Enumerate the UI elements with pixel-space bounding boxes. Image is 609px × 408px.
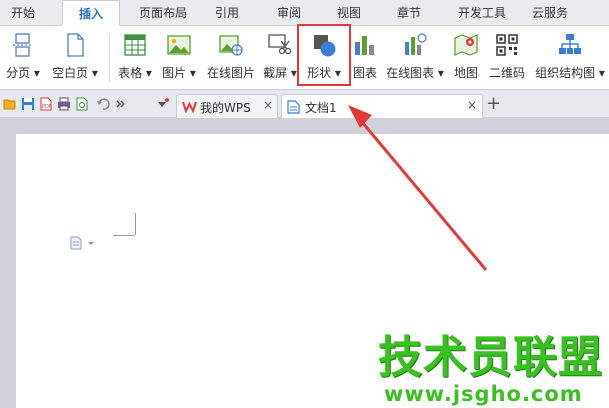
tab-insert[interactable]: 插入 — [62, 0, 120, 26]
tab-references[interactable]: 引用 — [204, 0, 250, 26]
picture-icon — [167, 35, 191, 55]
chevron-down-icon: ▾ — [145, 66, 152, 80]
chevron-down-icon: ▾ — [437, 66, 444, 80]
table-label: 表格 — [118, 66, 143, 80]
paragraph-layout-icon[interactable] — [70, 236, 98, 250]
org-chart-label: 组织结构图 — [535, 66, 596, 80]
save-icon[interactable] — [21, 97, 35, 111]
page-break-label: 分页 — [6, 66, 31, 80]
tab-chapter[interactable]: 章节 — [386, 0, 432, 26]
online-picture-button[interactable]: 在线图片 — [204, 32, 258, 84]
new-tab-button[interactable]: + — [486, 93, 501, 114]
screenshot-icon — [268, 34, 292, 55]
tab-view[interactable]: 视图 — [326, 0, 372, 26]
margin-corner-mark — [113, 235, 135, 236]
print-preview-icon[interactable] — [75, 97, 89, 111]
org-chart-icon — [559, 34, 581, 54]
online-picture-icon — [219, 35, 243, 56]
map-icon — [454, 34, 478, 56]
chart-label: 图表 — [352, 66, 377, 80]
chart-button[interactable]: 图表 — [349, 32, 381, 84]
ribbon-divider — [109, 34, 110, 82]
print-icon[interactable] — [57, 97, 71, 111]
online-chart-icon — [405, 33, 427, 55]
screenshot-button[interactable]: 截屏 ▾ — [261, 32, 299, 84]
export-pdf-icon[interactable]: PDF — [39, 97, 53, 111]
blank-page-icon — [67, 33, 84, 57]
open-folder-icon[interactable] — [3, 97, 17, 111]
map-button[interactable]: 地图 — [450, 32, 482, 84]
close-icon[interactable]: × — [263, 98, 273, 112]
blank-page-button[interactable]: 空白页 ▾ — [48, 32, 102, 84]
table-button[interactable]: 表格 ▾ — [114, 32, 156, 84]
online-picture-label: 在线图片 — [206, 66, 255, 80]
watermark-url: www.jsgho.com — [384, 382, 583, 406]
online-chart-label: 在线图表 — [386, 66, 435, 80]
quick-access-toolbar: PDF 我的WPS × 文档1 × + — [0, 90, 609, 118]
org-chart-button[interactable]: 组织结构图 ▾ — [532, 32, 608, 84]
map-label: 地图 — [453, 66, 478, 80]
qrcode-icon — [496, 34, 518, 56]
more-commands-icon[interactable] — [114, 97, 128, 111]
close-icon[interactable]: × — [467, 98, 477, 112]
blank-page-label: 空白页 — [52, 66, 89, 80]
tab-review[interactable]: 审阅 — [266, 0, 312, 26]
chevron-down-icon: ▾ — [33, 66, 40, 80]
customize-toolbar-icon[interactable] — [156, 97, 170, 111]
document-icon — [287, 100, 300, 114]
tab-developer[interactable]: 开发工具 — [448, 0, 516, 26]
chevron-down-icon: ▾ — [189, 66, 196, 80]
qrcode-button[interactable]: 二维码 — [486, 32, 528, 84]
online-chart-button[interactable]: 在线图表 ▾ — [384, 32, 446, 84]
screenshot-label: 截屏 — [263, 66, 288, 80]
qrcode-label: 二维码 — [488, 66, 525, 80]
svg-text:PDF: PDF — [42, 104, 52, 110]
menu-tab-bar: 开始 插入 页面布局 引用 审阅 视图 章节 开发工具 云服务 — [0, 0, 609, 26]
page-break-icon — [13, 33, 33, 57]
site-watermark: 技术员联盟 www.jsgho.com — [378, 332, 608, 406]
doc-tab-label: 我的WPS — [200, 101, 251, 115]
watermark-text: 技术员联盟 — [378, 332, 603, 383]
picture-label: 图片 — [162, 66, 187, 80]
margin-corner-mark — [135, 213, 136, 235]
shape-highlight-box — [297, 24, 351, 86]
table-icon — [124, 34, 146, 56]
bar-chart-icon — [355, 36, 374, 55]
tab-start[interactable]: 开始 — [0, 0, 46, 26]
doc-tab-document1[interactable]: 文档1 × — [281, 94, 483, 118]
doc-tab-my-wps[interactable]: 我的WPS × — [176, 94, 278, 118]
tab-page-layout[interactable]: 页面布局 — [126, 0, 200, 26]
picture-button[interactable]: 图片 ▾ — [158, 32, 200, 84]
doc-tab-label: 文档1 — [305, 101, 337, 115]
chevron-down-icon: ▾ — [91, 66, 98, 80]
chevron-down-icon: ▾ — [598, 66, 605, 80]
tab-cloud[interactable]: 云服务 — [522, 0, 578, 26]
wps-logo-icon — [182, 101, 197, 113]
undo-icon[interactable] — [96, 97, 110, 111]
page-break-button[interactable]: 分页 ▾ — [2, 32, 44, 84]
